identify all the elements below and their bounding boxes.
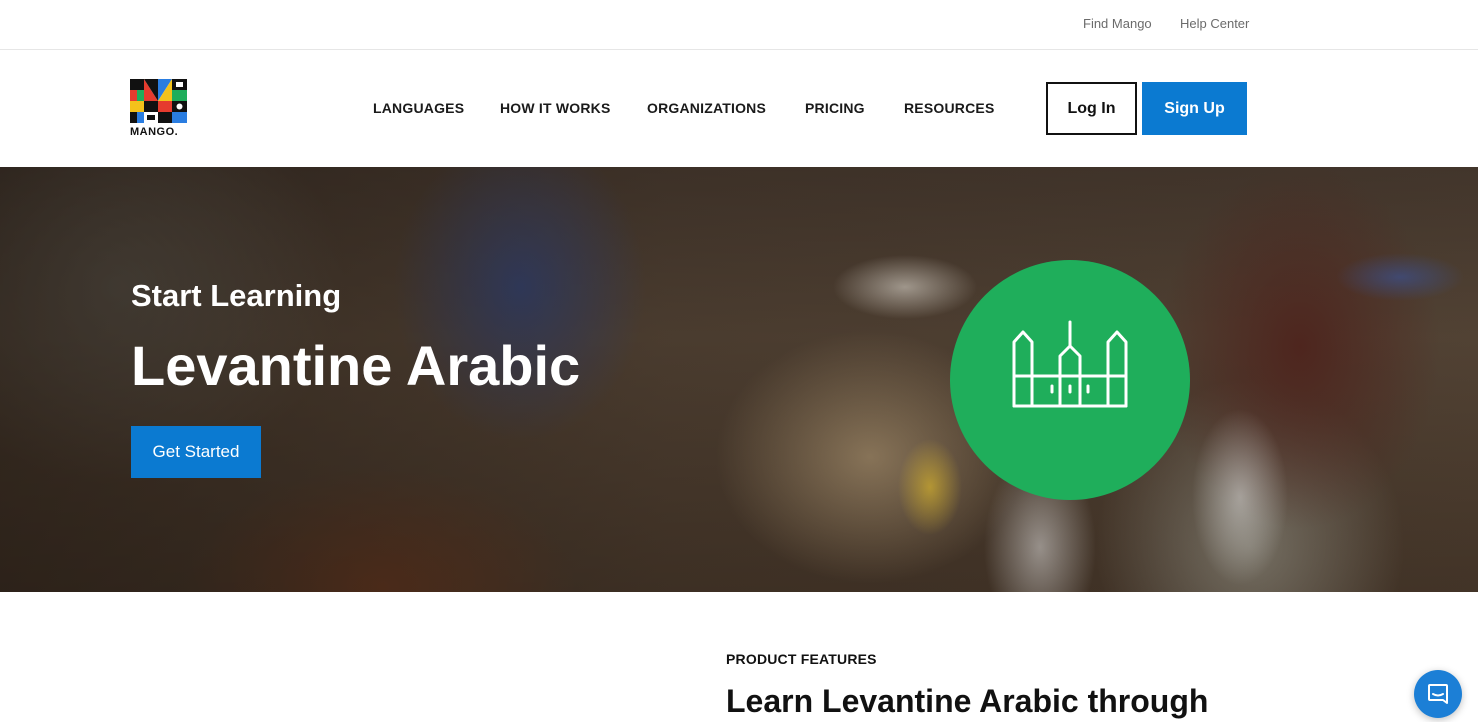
chat-launcher-button[interactable]	[1414, 670, 1462, 718]
features-eyebrow: PRODUCT FEATURES	[726, 651, 877, 667]
nav-organizations[interactable]: ORGANIZATIONS	[647, 100, 766, 116]
find-mango-link[interactable]: Find Mango	[1083, 16, 1152, 32]
get-started-button[interactable]: Get Started	[131, 426, 261, 478]
nav-pricing[interactable]: PRICING	[805, 100, 865, 116]
hero-subtitle: Start Learning	[131, 278, 342, 313]
logo-text: MANGO.	[130, 126, 179, 138]
chat-icon	[1428, 684, 1448, 704]
mosque-icon	[1012, 320, 1128, 408]
nav-languages[interactable]: LANGUAGES	[373, 100, 464, 116]
mango-logo-mark	[130, 79, 187, 123]
help-center-link[interactable]: Help Center	[1180, 16, 1249, 32]
hero-title: Levantine Arabic	[131, 334, 581, 397]
language-badge	[950, 260, 1190, 500]
hero-banner: Start Learning Levantine Arabic Get Star…	[0, 167, 1478, 592]
mango-logo[interactable]: MANGO.	[130, 79, 190, 141]
main-header: MANGO. LANGUAGES HOW IT WORKS ORGANIZATI…	[0, 50, 1478, 167]
nav-resources[interactable]: RESOURCES	[904, 100, 994, 116]
utility-bar: Find Mango Help Center	[0, 0, 1478, 50]
signup-button[interactable]: Sign Up	[1142, 82, 1247, 135]
login-button[interactable]: Log In	[1046, 82, 1137, 135]
features-heading: Learn Levantine Arabic through	[726, 683, 1209, 719]
nav-how-it-works[interactable]: HOW IT WORKS	[500, 100, 611, 116]
